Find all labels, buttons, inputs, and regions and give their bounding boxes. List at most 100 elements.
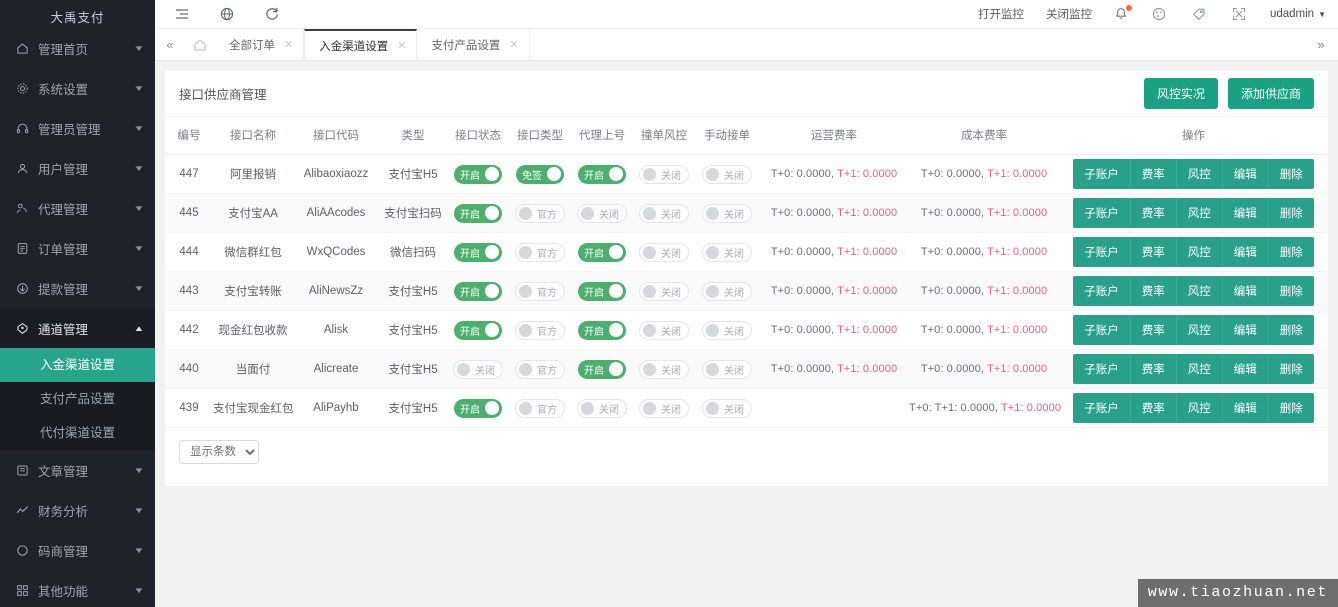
action-1-button[interactable]: 费率 (1130, 354, 1177, 384)
double-chevron-right-icon[interactable]: » (1304, 29, 1338, 60)
agent-toggle[interactable]: 开启 (578, 281, 626, 301)
action-3-button[interactable]: 编辑 (1222, 159, 1269, 189)
iface-type-toggle[interactable]: 免签 (516, 164, 564, 184)
manual-toggle[interactable]: 关闭 (702, 398, 752, 418)
iface-type-toggle[interactable]: 官方 (515, 281, 565, 301)
action-2-button[interactable]: 风控 (1176, 198, 1223, 228)
sidebar-item-4[interactable]: 代理管理 ▼ (0, 188, 155, 228)
close-monitor-button[interactable]: 关闭监控 (1046, 6, 1092, 22)
sidebar-subitem-2[interactable]: 代付渠道设置 (0, 416, 155, 450)
iface-type-toggle[interactable]: 官方 (515, 359, 565, 379)
theme-icon[interactable] (1150, 5, 1168, 23)
status-toggle[interactable]: 开启 (454, 320, 502, 340)
action-0-button[interactable]: 子账户 (1073, 237, 1131, 267)
status-toggle[interactable]: 开启 (454, 398, 502, 418)
manual-toggle[interactable]: 关闭 (702, 164, 752, 184)
collide-risk-toggle[interactable]: 关闭 (639, 164, 689, 184)
collide-risk-toggle[interactable]: 关闭 (639, 242, 689, 262)
action-2-button[interactable]: 风控 (1176, 276, 1223, 306)
action-3-button[interactable]: 编辑 (1222, 354, 1269, 384)
sidebar-item-6[interactable]: 提款管理 ▼ (0, 268, 155, 308)
collide-risk-toggle[interactable]: 关闭 (639, 203, 689, 223)
sidebar-item-10[interactable]: 码商管理 ▼ (0, 530, 155, 570)
globe-icon[interactable] (218, 5, 236, 23)
risk-live-button[interactable]: 风控实况 (1143, 78, 1218, 109)
tag-icon[interactable] (1190, 5, 1208, 23)
sidebar-item-2[interactable]: 管理员管理 ▼ (0, 108, 155, 148)
double-chevron-left-icon[interactable]: « (155, 29, 185, 60)
page-size-select[interactable]: 显示条数 (179, 440, 259, 464)
iface-type-toggle[interactable]: 官方 (515, 320, 565, 340)
open-monitor-button[interactable]: 打开监控 (978, 6, 1024, 22)
action-3-button[interactable]: 编辑 (1222, 315, 1269, 345)
collide-risk-toggle[interactable]: 关闭 (639, 281, 689, 301)
tab-1[interactable]: 入金渠道设置 ✕ (304, 29, 418, 60)
close-icon[interactable]: ✕ (284, 38, 293, 51)
agent-toggle[interactable]: 关闭 (577, 203, 627, 223)
sidebar-item-3[interactable]: 用户管理 ▼ (0, 148, 155, 188)
add-supplier-button[interactable]: 添加供应商 (1227, 78, 1314, 109)
status-toggle[interactable]: 开启 (454, 203, 502, 223)
action-2-button[interactable]: 风控 (1176, 315, 1223, 345)
action-0-button[interactable]: 子账户 (1073, 354, 1131, 384)
agent-toggle[interactable]: 开启 (578, 164, 626, 184)
action-1-button[interactable]: 费率 (1130, 237, 1177, 267)
collide-risk-toggle[interactable]: 关闭 (639, 359, 689, 379)
iface-type-toggle[interactable]: 官方 (515, 242, 565, 262)
status-toggle[interactable]: 关闭 (453, 359, 503, 379)
manual-toggle[interactable]: 关闭 (702, 281, 752, 301)
action-1-button[interactable]: 费率 (1130, 198, 1177, 228)
action-4-button[interactable]: 删除 (1268, 393, 1314, 423)
bell-icon[interactable] (1114, 5, 1132, 21)
action-0-button[interactable]: 子账户 (1073, 315, 1131, 345)
sidebar-item-7[interactable]: 通道管理 ▲ (0, 308, 155, 348)
manual-toggle[interactable]: 关闭 (702, 320, 752, 340)
action-0-button[interactable]: 子账户 (1073, 393, 1131, 423)
action-4-button[interactable]: 删除 (1268, 159, 1314, 189)
action-1-button[interactable]: 费率 (1130, 159, 1177, 189)
user-menu[interactable]: udadmin ▼ (1270, 8, 1326, 20)
action-2-button[interactable]: 风控 (1176, 159, 1223, 189)
menu-icon[interactable] (173, 5, 191, 23)
action-2-button[interactable]: 风控 (1176, 237, 1223, 267)
tab-0[interactable]: 全部订单 ✕ (215, 29, 305, 60)
action-1-button[interactable]: 费率 (1130, 315, 1177, 345)
agent-toggle[interactable]: 开启 (578, 242, 626, 262)
action-1-button[interactable]: 费率 (1130, 393, 1177, 423)
sidebar-item-0[interactable]: 管理首页 ▼ (0, 28, 155, 68)
close-icon[interactable]: ✕ (397, 39, 406, 52)
action-3-button[interactable]: 编辑 (1222, 276, 1269, 306)
agent-toggle[interactable]: 开启 (578, 359, 626, 379)
close-icon[interactable]: ✕ (509, 38, 518, 51)
action-3-button[interactable]: 编辑 (1222, 393, 1269, 423)
manual-toggle[interactable]: 关闭 (702, 359, 752, 379)
fullscreen-icon[interactable] (1230, 5, 1248, 23)
home-icon[interactable] (185, 29, 215, 60)
sidebar-item-5[interactable]: 订单管理 ▼ (0, 228, 155, 268)
refresh-icon[interactable] (263, 5, 281, 23)
action-0-button[interactable]: 子账户 (1073, 198, 1131, 228)
iface-type-toggle[interactable]: 官方 (515, 203, 565, 223)
manual-toggle[interactable]: 关闭 (702, 203, 752, 223)
sidebar-item-11[interactable]: 其他功能 ▼ (0, 570, 155, 607)
action-4-button[interactable]: 删除 (1268, 315, 1314, 345)
action-0-button[interactable]: 子账户 (1073, 159, 1131, 189)
action-1-button[interactable]: 费率 (1130, 276, 1177, 306)
status-toggle[interactable]: 开启 (454, 164, 502, 184)
tab-2[interactable]: 支付产品设置 ✕ (417, 29, 530, 60)
action-2-button[interactable]: 风控 (1176, 354, 1223, 384)
action-4-button[interactable]: 删除 (1268, 354, 1314, 384)
sidebar-subitem-1[interactable]: 支付产品设置 (0, 382, 155, 416)
collide-risk-toggle[interactable]: 关闭 (639, 398, 689, 418)
agent-toggle[interactable]: 开启 (578, 320, 626, 340)
action-2-button[interactable]: 风控 (1176, 393, 1223, 423)
status-toggle[interactable]: 开启 (454, 281, 502, 301)
action-4-button[interactable]: 删除 (1268, 276, 1314, 306)
action-4-button[interactable]: 删除 (1268, 237, 1314, 267)
action-0-button[interactable]: 子账户 (1073, 276, 1131, 306)
sidebar-subitem-0[interactable]: 入金渠道设置 (0, 348, 155, 382)
manual-toggle[interactable]: 关闭 (702, 242, 752, 262)
status-toggle[interactable]: 开启 (454, 242, 502, 262)
sidebar-item-8[interactable]: 文章管理 ▼ (0, 450, 155, 490)
sidebar-item-1[interactable]: 系统设置 ▼ (0, 68, 155, 108)
